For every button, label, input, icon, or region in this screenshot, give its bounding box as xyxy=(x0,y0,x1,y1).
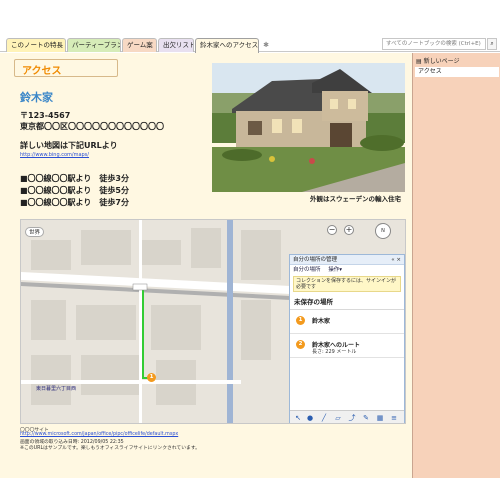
onenote-window: このノートの特長 パーティープラン ゲーム案 出欠リスト 鈴木家へのアクセス ✱… xyxy=(0,0,500,500)
route-pin-icon: 2 xyxy=(296,340,305,349)
panel-collapse-icon[interactable]: « × xyxy=(391,255,401,265)
tab-access[interactable]: 鈴木家へのアクセス xyxy=(195,38,259,53)
line-tool-icon[interactable]: ╱ xyxy=(320,414,328,422)
compass-icon[interactable]: N xyxy=(375,223,391,239)
my-places-panel: 自分の場所の管理 « × 自分の場所 操作▾ コレクションを保存するには、サイン… xyxy=(289,254,405,423)
footer-link[interactable]: http://www.microsoft.com/japan/office/pi… xyxy=(20,432,178,437)
route-item: ■〇〇線〇〇駅より 徒歩5分 xyxy=(20,186,129,195)
photo-caption: 外観はスウェーデンの輸入住宅 xyxy=(310,195,401,203)
family-name: 鈴木家 xyxy=(20,91,53,104)
route-tool-icon[interactable]: ⤴ xyxy=(348,414,356,422)
place-pin-icon: 1 xyxy=(296,316,305,325)
place-item[interactable]: 1 鈴木家 xyxy=(290,310,404,334)
map-detail-text: 詳しい地図は下記URLより xyxy=(20,141,118,150)
panel-header: 自分の場所の管理 « × xyxy=(290,255,404,265)
add-section-icon[interactable]: ✱ xyxy=(261,40,271,50)
signin-note: コレクションを保存するには、サインインが必要です xyxy=(293,276,401,292)
page-list-sidebar: ▤ 新しいページ アクセス xyxy=(412,53,500,478)
search-input[interactable]: すべてのノートブックの検索 (Ctrl+E) xyxy=(382,38,486,50)
route-length: 長さ: 229 メートル xyxy=(312,349,357,355)
page-title: アクセス xyxy=(22,66,62,77)
footer-note: ※このURLはサンプルです。楽しもうオフィスライフサイトにリンクされています。 xyxy=(20,446,200,451)
panel-toolbar: ↖ ● ╱ ▱ ⤴ ✎ ▦ ≡ xyxy=(290,410,404,423)
draw-tool-icon[interactable]: ✎ xyxy=(362,414,370,422)
window-bottom xyxy=(0,478,500,500)
address-block: 〒123-4567 東京都〇〇区〇〇〇〇〇〇〇〇〇〇〇〇 xyxy=(20,110,164,132)
route-list: ■〇〇線〇〇駅より 徒歩3分 ■〇〇線〇〇駅より 徒歩5分 ■〇〇線〇〇駅より … xyxy=(20,173,129,209)
shape-tool-icon[interactable]: ▱ xyxy=(334,414,342,422)
search-icon[interactable]: ⌕ xyxy=(487,38,497,50)
world-button[interactable]: 世界 xyxy=(25,227,45,237)
map-image[interactable]: 東日暮里六丁目西 世界 − + N 1 自分の場所の管理 « × 自分の場所 操… xyxy=(20,219,406,424)
list-tool-icon[interactable]: ≡ xyxy=(390,414,398,422)
page-list-item-access[interactable]: アクセス xyxy=(415,67,499,77)
zoom-in-button[interactable]: + xyxy=(344,225,354,235)
postal-code: 〒123-4567 xyxy=(20,111,71,120)
route-item: ■〇〇線〇〇駅より 徒歩7分 xyxy=(20,198,129,207)
street-address: 東京都〇〇区〇〇〇〇〇〇〇〇〇〇〇〇 xyxy=(20,122,164,131)
map-marker-icon[interactable]: 1 xyxy=(147,373,156,382)
house-photo xyxy=(212,63,405,192)
tab-features[interactable]: このノートの特長 xyxy=(6,38,66,52)
tab-attendance[interactable]: 出欠リスト xyxy=(158,38,194,52)
import-tool-icon[interactable]: ▦ xyxy=(376,414,384,422)
select-tool-icon[interactable]: ↖ xyxy=(294,414,302,422)
new-page-button[interactable]: ▤ 新しいページ xyxy=(416,56,459,65)
panel-tools: 自分の場所 操作▾ xyxy=(290,265,404,275)
route-item: ■〇〇線〇〇駅より 徒歩3分 xyxy=(20,174,129,183)
pushpin-tool-icon[interactable]: ● xyxy=(306,414,314,422)
unsaved-places-heading: 未保存の場所 xyxy=(290,293,404,310)
my-places-link[interactable]: 自分の場所 xyxy=(293,267,321,273)
panel-title: 自分の場所の管理 xyxy=(293,257,338,263)
place-title: 鈴木家 xyxy=(312,318,331,325)
tab-game-ideas[interactable]: ゲーム案 xyxy=(122,38,157,52)
new-page-icon: ▤ xyxy=(416,58,422,65)
actions-menu[interactable]: 操作▾ xyxy=(328,267,342,273)
svg-text:東日暮里六丁目西: 東日暮里六丁目西 xyxy=(36,385,76,392)
zoom-out-button[interactable]: − xyxy=(327,225,337,235)
tab-party-plan[interactable]: パーティープラン xyxy=(67,38,121,52)
page-canvas: アクセス 鈴木家 〒123-4567 東京都〇〇区〇〇〇〇〇〇〇〇〇〇〇〇 詳し… xyxy=(0,53,412,478)
new-page-label: 新しいページ xyxy=(423,58,460,65)
place-item[interactable]: 2 鈴木家へのルート 長さ: 229 メートル xyxy=(290,334,404,358)
map-url-link[interactable]: http://www.bing.com/maps/ xyxy=(20,152,89,158)
